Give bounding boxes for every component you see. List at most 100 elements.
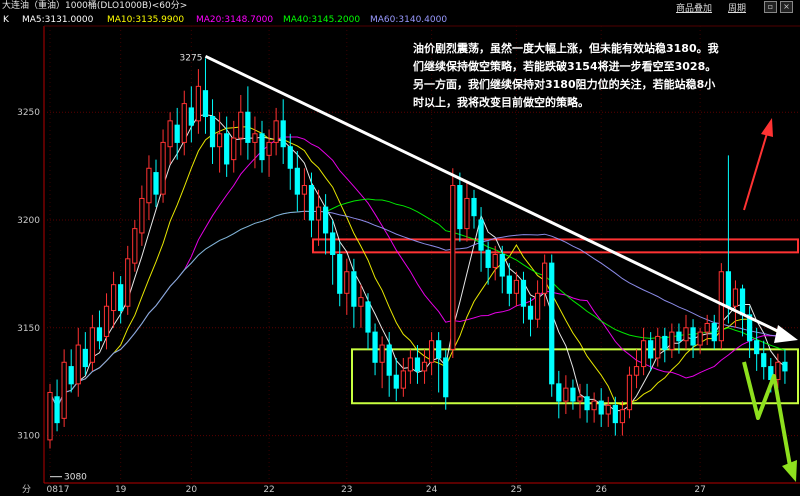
candle-body xyxy=(556,383,562,402)
bullish-arrowhead xyxy=(761,118,773,137)
candle-body xyxy=(542,262,548,294)
candle-body xyxy=(506,275,512,294)
candle-body xyxy=(690,327,696,346)
y-tick-label: 3100 xyxy=(17,432,40,442)
candle-body xyxy=(266,141,272,156)
candle-body xyxy=(527,305,534,320)
candle-body xyxy=(414,357,421,372)
title-bar: 大连油（重油）1000桶(DLO1000B)<60分> 商品叠加 周期 ▫ × xyxy=(0,0,800,14)
ma-label-ma60: MA60:3140.4000 xyxy=(370,15,448,25)
candle-body xyxy=(782,361,788,372)
candle-body xyxy=(655,335,661,359)
candle-body xyxy=(132,228,138,264)
candle-body xyxy=(520,279,527,307)
candle-body xyxy=(280,120,286,148)
candle-body xyxy=(633,366,640,376)
candle-body xyxy=(82,348,88,368)
candle-body xyxy=(188,107,194,126)
bearish-zigzag-arrow xyxy=(742,361,792,467)
candle-body xyxy=(252,133,258,143)
candle-body xyxy=(330,232,336,255)
close-icon[interactable]: × xyxy=(780,1,793,13)
candle-body xyxy=(68,366,74,385)
x-tick-label: 23 xyxy=(341,485,352,495)
candle-body xyxy=(775,361,781,381)
ma-legend: K MA5:3131.0000 MA10:3135.9900 MA20:3148… xyxy=(0,14,800,26)
candle-body xyxy=(146,167,152,204)
candle-body xyxy=(683,327,689,342)
candle-body xyxy=(485,249,491,268)
candle-body xyxy=(499,254,505,277)
candle-body xyxy=(308,185,315,221)
candle-body xyxy=(61,361,67,419)
candle-body xyxy=(739,288,746,316)
candle-body xyxy=(598,400,604,415)
candle-body xyxy=(549,262,555,385)
candle-body xyxy=(386,344,392,376)
candle-body xyxy=(534,292,541,320)
candle-body xyxy=(577,396,583,402)
candle-body xyxy=(245,111,251,143)
x-tick-label: 27 xyxy=(694,485,705,495)
candle-body xyxy=(662,335,668,350)
x-tick-label: 24 xyxy=(426,485,438,495)
candle-body xyxy=(711,322,717,342)
low-marker-label: 3080 xyxy=(64,473,87,483)
candle-body xyxy=(605,404,611,415)
ma-label-ma10: MA10:3135.9900 xyxy=(107,15,185,25)
candle-body xyxy=(648,340,654,359)
x-tick-label: 22 xyxy=(263,485,274,495)
candle-body xyxy=(118,284,124,312)
period-button[interactable]: 周期 xyxy=(728,1,746,14)
candle-body xyxy=(407,357,414,372)
candle-body xyxy=(195,85,202,122)
candle-body xyxy=(676,331,682,342)
candle-body xyxy=(125,258,131,307)
candle-body xyxy=(209,116,216,148)
candle-body xyxy=(337,254,343,294)
candle-body xyxy=(139,197,145,234)
candle-body xyxy=(216,133,223,148)
candle-body xyxy=(464,197,470,230)
candle-body xyxy=(612,404,618,424)
y-tick-label: 3200 xyxy=(17,216,40,226)
ma-label-k: K xyxy=(3,15,9,25)
candle-body xyxy=(47,391,53,441)
candle-body xyxy=(450,185,456,350)
candle-body xyxy=(725,271,732,307)
restore-icon[interactable]: ▫ xyxy=(764,1,777,13)
candle-body xyxy=(478,219,484,251)
candle-body xyxy=(428,340,435,363)
candle-body xyxy=(238,111,244,139)
candle-body xyxy=(591,400,597,411)
candle-body xyxy=(513,279,520,294)
candle-body xyxy=(563,387,569,402)
high-marker-label: 3275 xyxy=(180,53,203,63)
candle-body xyxy=(697,331,703,346)
candle-body xyxy=(351,271,357,307)
candle-body xyxy=(174,124,180,143)
candle-body xyxy=(372,331,378,363)
candle-body xyxy=(400,370,406,389)
candle-body xyxy=(294,167,300,195)
candle-body xyxy=(202,90,209,118)
ma-label-ma5: MA5:3131.0000 xyxy=(22,15,94,25)
candle-body xyxy=(393,374,399,389)
candle-body xyxy=(669,331,675,350)
candle-body xyxy=(322,206,329,234)
candle-body xyxy=(231,137,237,161)
candle-body xyxy=(89,327,96,363)
candle-body xyxy=(181,103,187,143)
candle-body xyxy=(626,374,633,411)
candle-body xyxy=(443,357,449,398)
candle-body xyxy=(421,361,428,372)
candle-body xyxy=(471,197,477,217)
x-tick-label: 20 xyxy=(186,485,198,495)
instrument-title: 大连油（重油）1000桶(DLO1000B)<60分> xyxy=(2,1,188,11)
bearish-arrowhead xyxy=(782,460,797,482)
candle-body xyxy=(379,344,385,363)
x-tick-label: 26 xyxy=(595,485,607,495)
candle-body xyxy=(96,327,103,342)
candle-body xyxy=(365,301,371,333)
overlay-symbol-button[interactable]: 商品叠加 xyxy=(676,1,712,14)
